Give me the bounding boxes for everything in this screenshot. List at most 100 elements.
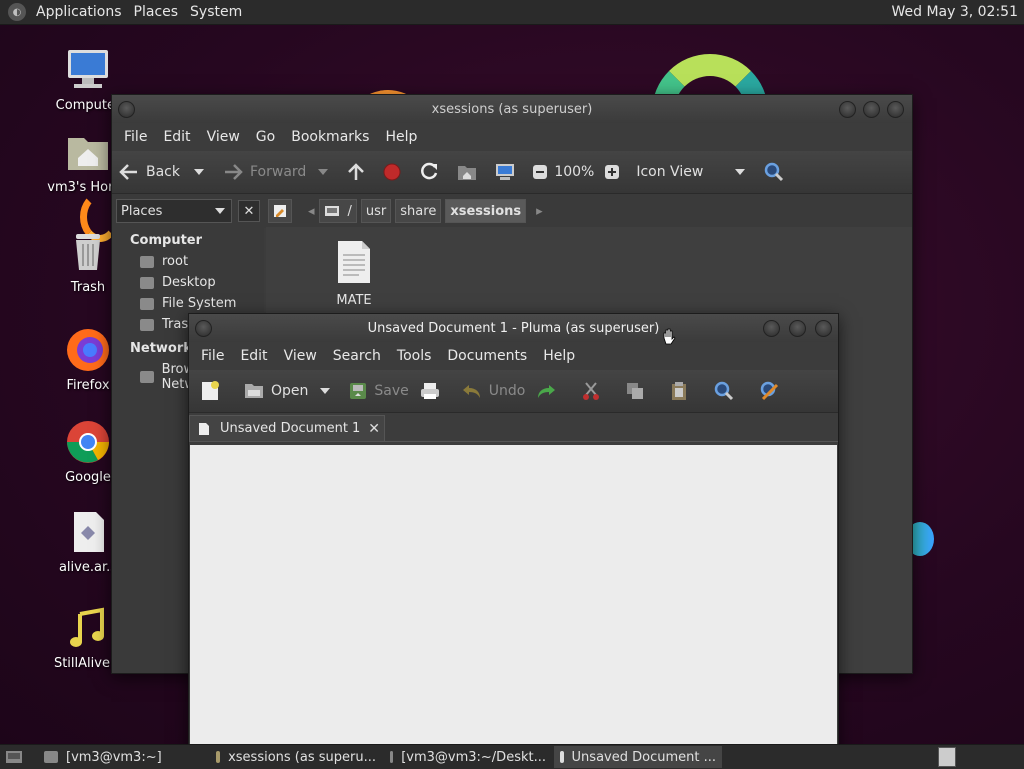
back-arrow-icon [119,164,137,180]
menu-view[interactable]: View [199,129,248,145]
undo-button[interactable]: Undo [461,382,525,400]
sidebar-item-desktop[interactable]: Desktop [112,272,264,293]
open-label: Open [271,383,309,399]
maximize-button[interactable] [789,320,806,337]
menu-view[interactable]: View [276,348,325,364]
menu-help[interactable]: Help [535,348,583,364]
zoom-in-button[interactable] [604,164,626,180]
maximize-button[interactable] [863,101,880,118]
tab-label: Unsaved Document 1 [220,421,361,436]
search-button[interactable] [763,161,791,183]
find-replace-button[interactable] [759,380,787,402]
close-button[interactable] [815,320,832,337]
chevron-down-icon [215,208,225,214]
menu-edit[interactable]: Edit [155,129,198,145]
back-button[interactable]: Back [118,163,212,181]
new-document-button[interactable] [199,380,227,402]
edit-pencil-icon [274,205,286,217]
cut-button[interactable] [581,381,607,401]
zoom-level: 100% [554,164,595,180]
clock[interactable]: Wed May 3, 02:51 [891,4,1024,20]
print-button[interactable] [419,381,447,401]
find-button[interactable] [713,380,741,402]
open-folder-icon [245,384,263,398]
breadcrumb-xsessions[interactable]: xsessions [445,199,527,223]
sidebar-item-filesystem[interactable]: File System [112,293,264,314]
taskbar-item-terminal-2[interactable]: [vm3@vm3:~/Deskt... [384,746,552,768]
paste-button[interactable] [669,381,695,401]
zoom-in-icon [605,165,620,179]
places-menu[interactable]: Places [128,4,185,20]
system-menu[interactable]: System [184,4,248,20]
copy-button[interactable] [625,381,651,401]
caja-titlebar[interactable]: xsessions (as superuser) [112,95,912,123]
up-arrow-icon [348,163,365,180]
menu-search[interactable]: Search [325,348,389,364]
workspace-switcher[interactable] [938,747,956,767]
up-button[interactable] [346,162,372,182]
view-mode-select[interactable]: Icon View [636,164,753,180]
show-desktop-icon [6,751,22,763]
trash-icon [140,318,154,331]
menu-help[interactable]: Help [377,129,425,145]
forward-label: Forward [250,164,307,180]
applications-menu[interactable]: Applications [30,4,128,20]
computer-icon [64,46,112,94]
minimize-button[interactable] [839,101,856,118]
search-icon [715,381,734,401]
menu-tools[interactable]: Tools [389,348,440,364]
breadcrumb-share[interactable]: share [395,199,442,223]
copy-icon [627,383,644,399]
network-icon [140,371,154,383]
terminal-icon [44,751,58,763]
file-item[interactable]: MATE [328,239,380,308]
breadcrumb-scroll-left[interactable]: ◂ [308,204,315,219]
breadcrumb-scroll-right[interactable]: ▸ [536,204,543,219]
chevron-down-icon [194,169,204,175]
home-folder-icon [64,128,112,176]
breadcrumb-usr[interactable]: usr [360,199,392,223]
sidebar-item-label: File System [162,296,237,311]
close-tab-icon[interactable]: ✕ [368,421,380,437]
close-button[interactable] [887,101,904,118]
trash-icon [64,228,112,276]
minimize-button[interactable] [763,320,780,337]
open-button[interactable]: Open [243,381,338,401]
folder-icon [216,751,221,763]
breadcrumb-root[interactable]: / [318,199,357,223]
document-tab[interactable]: Unsaved Document 1 ✕ [189,415,385,441]
close-sidebar-button[interactable]: ✕ [238,200,260,222]
menu-documents[interactable]: Documents [439,348,535,364]
menu-file[interactable]: File [116,129,155,145]
mate-logo-icon[interactable]: ◐ [8,3,26,21]
menu-edit[interactable]: Edit [232,348,275,364]
taskbar-item-pluma[interactable]: Unsaved Document ... [554,746,722,768]
breadcrumb-label: / [347,203,352,219]
menu-bookmarks[interactable]: Bookmarks [283,129,377,145]
toggle-location-entry-button[interactable] [268,199,292,223]
zoom-out-button[interactable]: 100% [532,164,594,180]
sidebar-item-root[interactable]: root [112,251,264,272]
computer-button[interactable] [494,162,522,182]
reload-button[interactable] [418,161,446,183]
menu-file[interactable]: File [193,348,232,364]
sidebar-heading-computer: Computer [130,233,203,248]
redo-button[interactable] [535,382,563,400]
sidebar-places-select[interactable]: Places [116,199,232,223]
sidebar-item-label: root [162,254,189,269]
save-button[interactable]: Save [348,381,409,401]
pluma-titlebar[interactable]: Unsaved Document 1 - Pluma (as superuser… [189,314,838,342]
show-desktop-button[interactable] [4,748,24,766]
hand-cursor-icon [660,328,678,350]
forward-arrow-icon [225,164,243,180]
stop-button[interactable] [382,162,408,182]
menu-go[interactable]: Go [248,129,283,145]
window-menu-button[interactable] [118,101,135,118]
text-editor-area[interactable] [190,445,837,754]
taskbar-item-caja[interactable]: xsessions (as superu... [210,746,382,768]
window-menu-button[interactable] [195,320,212,337]
forward-button[interactable]: Forward [222,163,336,181]
home-button[interactable] [456,162,484,182]
taskbar-item-terminal-1[interactable]: [vm3@vm3:~] [38,746,208,768]
desktop-folder-icon [140,276,154,289]
